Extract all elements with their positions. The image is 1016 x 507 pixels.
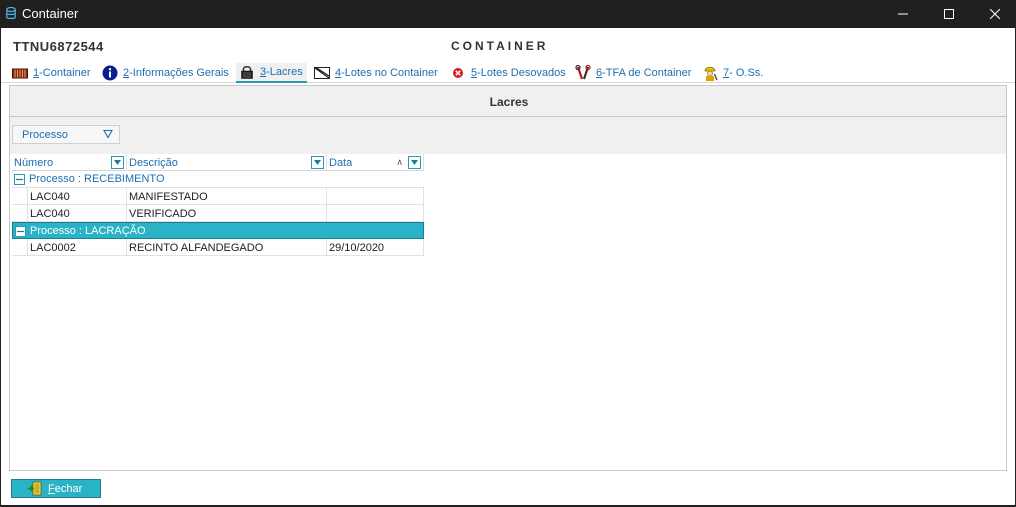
sort-indicator: ∧ <box>396 157 403 167</box>
window-title: Container <box>22 6 79 21</box>
tab-strip: 1-Container 2-Informações Gerais 3-Lacre… <box>1 62 1015 83</box>
cell-numero[interactable]: LAC0002 <box>28 239 127 256</box>
lacres-page: Lacres Processo Número Descrição Data ∧ … <box>9 85 1007 471</box>
close-icon <box>990 9 1000 19</box>
tab-informacoes-gerais[interactable]: 2-Informações Gerais <box>99 63 233 83</box>
table-row[interactable]: LAC040 MANIFESTADO <box>12 188 424 205</box>
cell-numero[interactable]: LAC040 <box>28 188 127 205</box>
column-header-descricao[interactable]: Descrição <box>127 154 327 171</box>
column-filter-button[interactable] <box>111 156 124 169</box>
app-window: Container TTNU6872544 CONTAINER 1-Contai… <box>0 0 1016 507</box>
tab-lotes-desovados[interactable]: 5-Lotes Desovados <box>447 63 570 83</box>
section-title: Lacres <box>489 95 529 109</box>
group-by-area[interactable]: Processo <box>10 117 1006 154</box>
exit-door-icon <box>27 481 42 496</box>
tools-icon <box>575 65 591 80</box>
tab-container[interactable]: 1-Container <box>9 63 94 83</box>
tab-lotes-no-container[interactable]: 4-Lotes no Container <box>311 63 442 83</box>
table-row[interactable]: LAC040 VERIFICADO <box>12 205 424 222</box>
chevron-down-icon <box>314 160 321 165</box>
minus-icon <box>16 178 23 181</box>
filter-icon[interactable] <box>103 129 113 139</box>
cell-descricao[interactable]: MANIFESTADO <box>127 188 327 205</box>
container-icon <box>12 66 28 80</box>
column-header-label: Data <box>329 156 353 169</box>
tab-tfa-de-container[interactable]: 6-TFA de Container <box>572 63 695 83</box>
collapse-button[interactable] <box>15 226 26 237</box>
form-title: CONTAINER <box>451 39 549 53</box>
row-indent <box>12 205 28 222</box>
column-header-data[interactable]: Data ∧ <box>327 154 424 171</box>
collapse-button[interactable] <box>14 174 25 185</box>
table-row[interactable]: LAC0002 RECINTO ALFANDEGADO 29/10/2020 <box>12 239 424 256</box>
tab-oss[interactable]: 7- O.Ss. <box>699 63 767 83</box>
info-icon <box>102 65 118 81</box>
close-window-button[interactable] <box>972 0 1016 28</box>
form-header: TTNU6872544 CONTAINER <box>1 28 1015 62</box>
stop-icon <box>450 66 466 80</box>
maximize-button[interactable] <box>926 0 972 28</box>
grid-header: Número Descrição Data ∧ <box>12 154 424 171</box>
cell-data[interactable]: 29/10/2020 <box>327 239 424 256</box>
group-label: Processo : LACRAÇÃO <box>30 225 146 237</box>
row-indent <box>12 239 28 256</box>
cell-data[interactable] <box>327 205 424 222</box>
tab-label: -Lacres <box>266 66 303 78</box>
worker-icon <box>702 66 718 81</box>
minimize-icon <box>898 13 908 15</box>
tab-label: -Container <box>39 67 91 79</box>
crate-icon <box>314 66 330 80</box>
cell-descricao[interactable]: RECINTO ALFANDEGADO <box>127 239 327 256</box>
database-icon <box>6 7 16 20</box>
minus-icon <box>17 230 24 233</box>
client-area: TTNU6872544 CONTAINER 1-Container 2-Info… <box>1 28 1015 505</box>
group-chip-label: Processo <box>22 128 68 141</box>
chevron-down-icon <box>114 160 121 165</box>
cell-numero[interactable]: LAC040 <box>28 205 127 222</box>
close-label: echar <box>54 482 83 495</box>
column-header-label: Descrição <box>129 156 178 169</box>
minimize-button[interactable] <box>880 0 926 28</box>
group-by-chip-processo[interactable]: Processo <box>12 125 120 144</box>
title-bar[interactable]: Container <box>0 0 1016 28</box>
row-indent <box>12 188 28 205</box>
close-button[interactable]: Fechar <box>11 479 101 498</box>
tab-label: -Informações Gerais <box>129 67 229 79</box>
column-header-label: Número <box>14 156 54 169</box>
column-filter-button[interactable] <box>311 156 324 169</box>
record-id: TTNU6872544 <box>13 39 104 54</box>
tab-label: -Lotes no Container <box>341 67 438 79</box>
close-key: F <box>48 482 55 495</box>
cell-data[interactable] <box>327 188 424 205</box>
tab-label: -Lotes Desovados <box>477 67 566 79</box>
tab-lacres[interactable]: 3-Lacres <box>236 63 307 83</box>
maximize-icon <box>944 9 954 19</box>
grid-container: Processo Número Descrição Data ∧ Process… <box>10 117 1006 470</box>
tab-label: -TFA de Container <box>602 67 692 79</box>
cell-descricao[interactable]: VERIFICADO <box>127 205 327 222</box>
padlock-icon <box>239 65 255 79</box>
tab-label: - O.Ss. <box>729 67 764 79</box>
chevron-down-icon <box>411 160 418 165</box>
column-header-numero[interactable]: Número <box>12 154 127 171</box>
column-filter-button[interactable] <box>408 156 421 169</box>
group-row-lacracao[interactable]: Processo : LACRAÇÃO <box>12 222 424 239</box>
group-label: Processo : RECEBIMENTO <box>29 173 165 185</box>
group-row-recebimento[interactable]: Processo : RECEBIMENTO <box>12 171 424 188</box>
lacres-grid: Número Descrição Data ∧ Processo: RECEB… <box>12 154 424 256</box>
